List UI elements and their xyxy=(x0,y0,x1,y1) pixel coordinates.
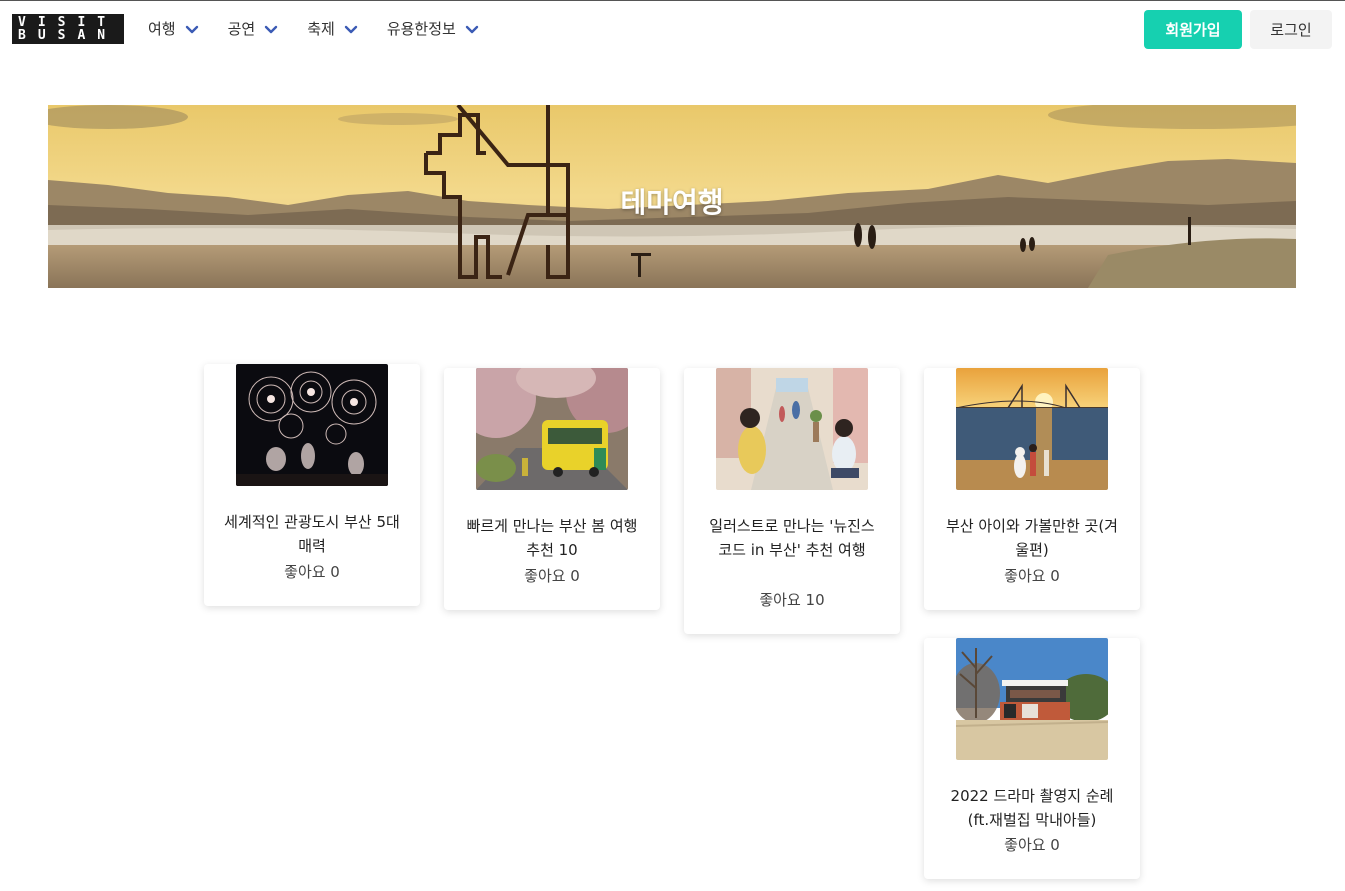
sunset-bridge-image xyxy=(956,368,1108,490)
card-likes: 좋아요 0 xyxy=(1004,836,1060,854)
menu-item-festival[interactable]: 축제 xyxy=(307,18,359,39)
menu-label: 축제 xyxy=(307,20,335,38)
menu-label: 여행 xyxy=(148,20,176,38)
card-thumbnail xyxy=(956,368,1108,490)
menu-item-info[interactable]: 유용한정보 xyxy=(387,18,480,39)
card-likes: 좋아요 0 xyxy=(284,563,340,581)
card-thumbnail xyxy=(956,638,1108,760)
main-menu: 여행 공연 축제 유용한정보 xyxy=(148,18,508,39)
card-title: 2022 드라마 촬영지 순례(ft.재벌집 막내아들) xyxy=(950,787,1114,829)
illustration-image xyxy=(716,368,868,490)
card-likes: 좋아요 0 xyxy=(1004,567,1060,585)
logo-line2: BUSAN xyxy=(18,28,118,43)
navbar: VISIT BUSAN 여행 공연 축제 유용한정보 회원가입 로그인 xyxy=(0,1,1345,57)
card-thumbnail xyxy=(716,368,868,490)
card-title: 세계적인 관광도시 부산 5대 매력 xyxy=(224,513,400,555)
card-title: 일러스트로 만나는 '뉴진스 코드 in 부산' 추천 여행 xyxy=(709,517,875,559)
login-button[interactable]: 로그인 xyxy=(1250,10,1332,49)
theme-card[interactable]: 세계적인 관광도시 부산 5대 매력 좋아요 0 xyxy=(204,364,420,606)
theme-card[interactable]: 일러스트로 만나는 '뉴진스 코드 in 부산' 추천 여행 좋아요 10 xyxy=(684,368,900,634)
chevron-down-icon xyxy=(344,25,358,33)
chevron-down-icon xyxy=(265,25,278,33)
menu-label: 유용한정보 xyxy=(386,20,456,38)
menu-label: 공연 xyxy=(227,20,256,38)
fireworks-image xyxy=(236,364,388,486)
theme-card[interactable]: 2022 드라마 촬영지 순례(ft.재벌집 막내아들) 좋아요 0 xyxy=(924,638,1140,879)
visit-busan-logo[interactable]: VISIT BUSAN xyxy=(12,14,124,44)
chevron-down-icon xyxy=(465,25,479,33)
card-thumbnail xyxy=(236,364,388,486)
chevron-down-icon xyxy=(185,25,198,33)
card-title: 빠르게 만나는 부산 봄 여행 추천 10 xyxy=(466,517,638,559)
house-image xyxy=(956,638,1108,760)
menu-item-travel[interactable]: 여행 xyxy=(148,18,200,39)
hero-banner: 테마여행 xyxy=(48,105,1296,288)
spring-train-image xyxy=(476,368,628,490)
card-thumbnail xyxy=(476,368,628,490)
signup-button[interactable]: 회원가입 xyxy=(1144,10,1242,49)
card-title: 부산 아이와 가볼만한 곳(겨울편) xyxy=(946,517,1118,559)
theme-card[interactable]: 빠르게 만나는 부산 봄 여행 추천 10 좋아요 0 xyxy=(444,368,660,610)
theme-card[interactable]: 부산 아이와 가볼만한 곳(겨울편) 좋아요 0 xyxy=(924,368,1140,610)
card-likes: 좋아요 0 xyxy=(524,567,580,585)
menu-item-performance[interactable]: 공연 xyxy=(228,18,280,39)
card-likes: 좋아요 10 xyxy=(759,591,825,609)
hero-title: 테마여행 xyxy=(620,186,724,219)
